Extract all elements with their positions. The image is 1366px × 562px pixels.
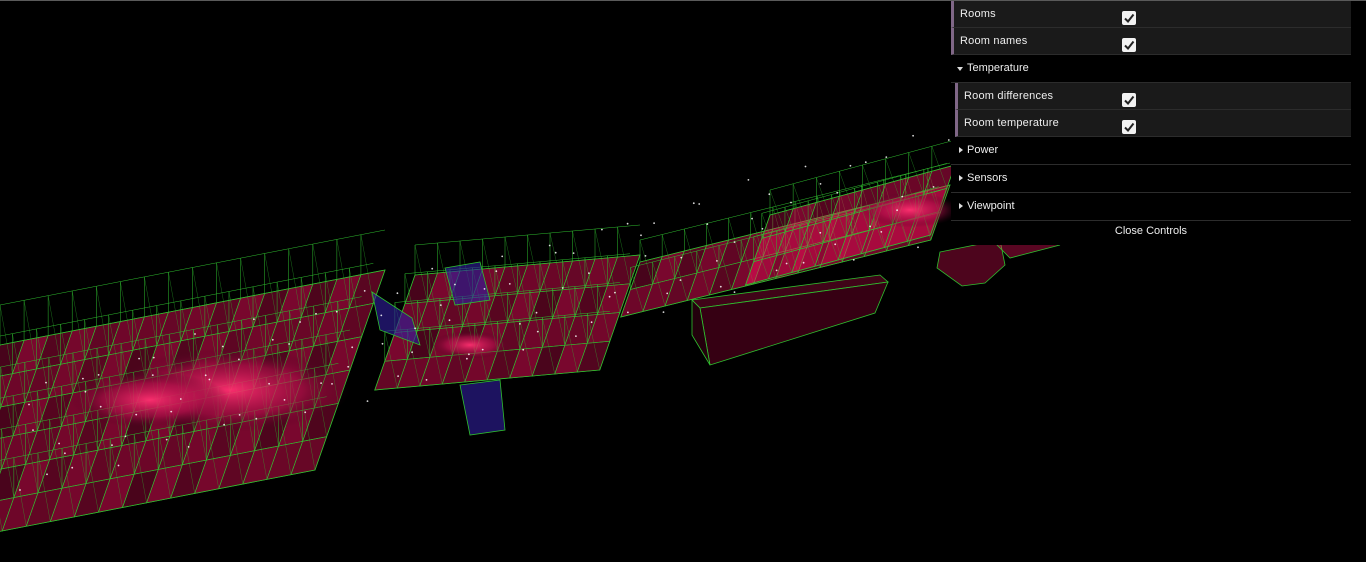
checkmark-icon [1124, 95, 1135, 106]
room-differences-checkbox[interactable] [1122, 93, 1136, 107]
caret-down-icon [957, 67, 963, 71]
checkmark-icon [1124, 13, 1135, 24]
temperature-folder-label: Temperature [967, 62, 1029, 74]
room-temperature-checkbox[interactable] [1122, 120, 1136, 134]
viewpoint-folder[interactable]: Viewpoint [951, 193, 1351, 221]
caret-right-icon [959, 203, 963, 209]
temperature-folder-contents: Room differences Room temperature [955, 83, 1351, 137]
sensors-folder[interactable]: Sensors [951, 165, 1351, 193]
building-wireframe [0, 134, 1061, 532]
room-temperature-toggle-row[interactable]: Room temperature [955, 110, 1351, 137]
temperature-folder[interactable]: Temperature [951, 55, 1351, 83]
checkmark-icon [1124, 40, 1135, 51]
power-folder-label: Power [967, 144, 999, 156]
room-temperature-label: Room temperature [964, 117, 1059, 129]
rooms-checkbox[interactable] [1122, 11, 1136, 25]
sensors-folder-label: Sensors [967, 172, 1008, 184]
power-folder[interactable]: Power [951, 137, 1351, 165]
caret-right-icon [959, 147, 963, 153]
rooms-toggle-row[interactable]: Rooms [951, 1, 1351, 28]
room-differences-toggle-row[interactable]: Room differences [955, 83, 1351, 110]
controls-panel: Rooms Room names Temperature Room differ… [951, 1, 1351, 245]
caret-right-icon [959, 175, 963, 181]
room-names-checkbox[interactable] [1122, 38, 1136, 52]
room-names-label: Room names [960, 35, 1028, 47]
rooms-label: Rooms [960, 8, 996, 20]
room-differences-label: Room differences [964, 90, 1054, 102]
room-names-toggle-row[interactable]: Room names [951, 28, 1351, 55]
close-controls-button[interactable]: Close Controls [951, 221, 1351, 245]
viewpoint-folder-label: Viewpoint [967, 200, 1015, 212]
checkmark-icon [1124, 122, 1135, 133]
